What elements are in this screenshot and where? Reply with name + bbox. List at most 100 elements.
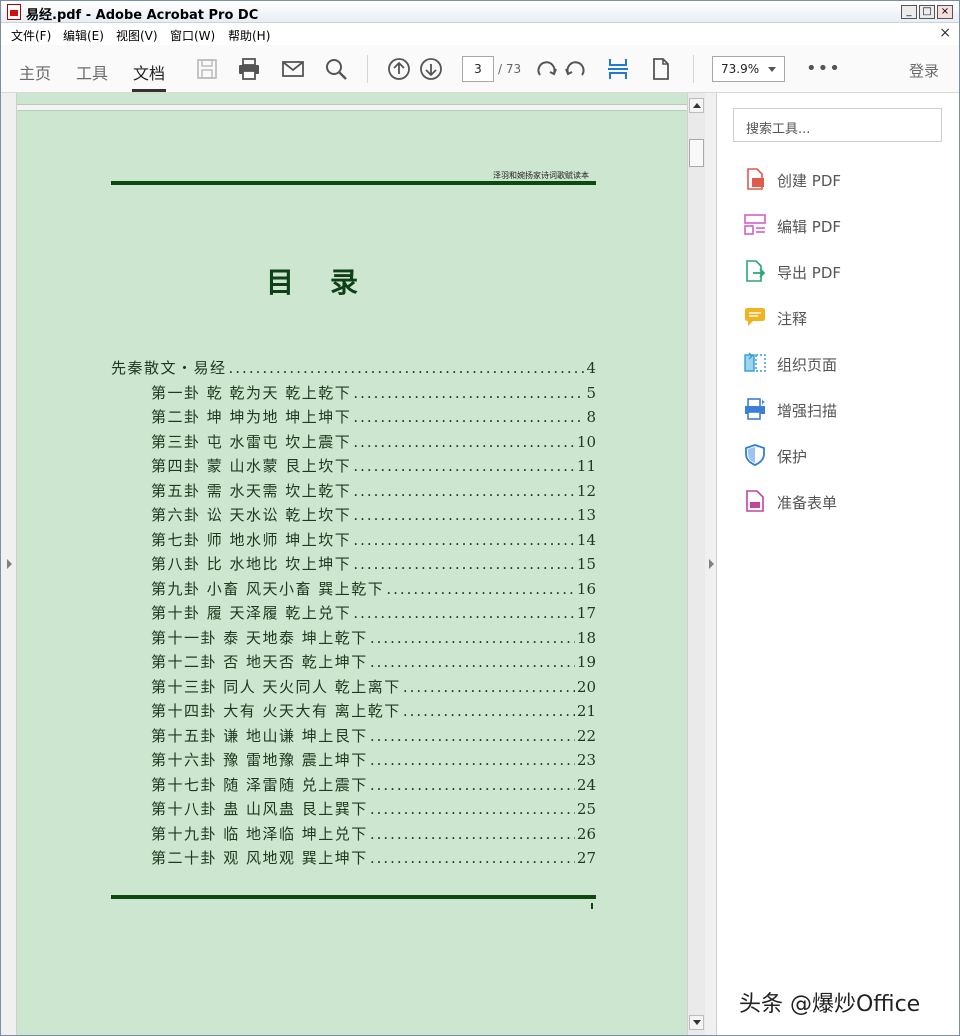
toc-entry[interactable]: 第十七卦 随 泽雷随 兑上震下 24: [111, 774, 596, 799]
tab-home[interactable]: 主页: [19, 60, 51, 84]
pdf-file-icon: [7, 4, 21, 20]
toc-entry[interactable]: 第十九卦 临 地泽临 坤上兑下 26: [111, 823, 596, 848]
tool-organize-pages[interactable]: 组织页面: [743, 351, 943, 377]
toc-entry[interactable]: 第十八卦 蛊 山风蛊 艮上巽下 25: [111, 798, 596, 823]
vertical-scrollbar[interactable]: [687, 93, 705, 1035]
menu-window[interactable]: 窗口(W): [170, 27, 215, 44]
toc-entry[interactable]: 第六卦 讼 天水讼 乾上坎下 13: [111, 504, 596, 529]
toc-entry[interactable]: 第二卦 坤 坤为地 坤上坤下 8: [111, 406, 596, 431]
fit-width-icon[interactable]: [606, 57, 630, 81]
menu-help[interactable]: 帮助(H): [228, 27, 270, 44]
toc-entry[interactable]: 第七卦 师 地水师 坤上坎下 14: [111, 529, 596, 554]
toc-entry[interactable]: 第十六卦 豫 雷地豫 震上坤下 23: [111, 749, 596, 774]
next-page-icon[interactable]: [419, 57, 443, 81]
rotate-cw-icon[interactable]: [535, 57, 559, 81]
more-tools-button[interactable]: •••: [806, 58, 841, 79]
toc-entry[interactable]: 第八卦 比 水地比 坎上坤下 15: [111, 553, 596, 578]
menu-view[interactable]: 视图(V): [116, 27, 158, 44]
toc-entry[interactable]: 第九卦 小畜 风天小畜 巽上乾下 16: [111, 578, 596, 603]
toc-entry-label: 第九卦 小畜 风天小畜 巽上乾下: [151, 579, 385, 598]
menu-file[interactable]: 文件(F): [11, 27, 51, 44]
menu-bar: 文件(F) 编辑(E) 视图(V) 窗口(W) 帮助(H) ×: [1, 23, 959, 45]
toc-entry[interactable]: 先秦散文・易经 4: [111, 357, 596, 382]
tool-edit-pdf[interactable]: 编辑 PDF: [743, 213, 943, 239]
toc-entry-label: 第一卦 乾 乾为天 乾上乾下: [151, 383, 352, 402]
toc-entry[interactable]: 第一卦 乾 乾为天 乾上乾下 5: [111, 382, 596, 407]
toc-entry[interactable]: 第十五卦 谦 地山谦 坤上艮下 22: [111, 725, 596, 750]
tool-export-pdf[interactable]: 导出 PDF: [743, 259, 943, 285]
toc-entry-page: 24: [576, 775, 596, 794]
toc-entry-page: 10: [576, 432, 596, 451]
collapse-right-panel-icon[interactable]: [709, 559, 714, 569]
toc-entry-label: 第十二卦 否 地天否 乾上坤下: [151, 653, 368, 671]
toc-leader-dots: [353, 408, 584, 426]
toc-leader-dots: [370, 727, 575, 745]
login-button[interactable]: 登录: [909, 60, 939, 81]
toc-entry[interactable]: 第十四卦 大有 火天大有 离上乾下 21: [111, 700, 596, 725]
toc-entry-page: 11: [576, 457, 596, 475]
toc-leader-dots: [403, 678, 575, 696]
toolbar-separator: [693, 55, 694, 83]
toc-entry[interactable]: 第十卦 履 天泽履 乾上兑下 17: [111, 602, 596, 627]
tool-protect[interactable]: 保护: [743, 443, 943, 469]
expand-left-panel-icon[interactable]: [7, 559, 12, 569]
toc-leader-dots: [229, 359, 585, 377]
edit-pdf-icon: [744, 214, 766, 235]
tool-create-pdf[interactable]: 创建 PDF: [743, 167, 943, 193]
toc-entry[interactable]: 第五卦 需 水天需 坎上乾下 12: [111, 480, 596, 505]
scroll-down-button[interactable]: [689, 1015, 704, 1030]
tool-comment[interactable]: 注释: [743, 305, 943, 331]
toc-entry-label: 第十卦 履 天泽履 乾上兑下: [151, 604, 352, 622]
organize-pages-icon: [744, 352, 766, 372]
active-tab-indicator: [132, 89, 166, 92]
page-header: 泽羽和婉扬家诗词歌赋读本: [493, 171, 589, 180]
tab-tools[interactable]: 工具: [76, 60, 108, 84]
tool-enhance-scan[interactable]: 增强扫描: [743, 397, 943, 423]
minimize-button[interactable]: _: [901, 5, 917, 19]
toc-entry-label: 第十四卦 大有 火天大有 离上乾下: [151, 702, 401, 720]
toc-entry-page: 5: [586, 383, 596, 402]
rotate-ccw-icon[interactable]: [563, 57, 587, 81]
search-tools-input[interactable]: 搜索工具...: [733, 108, 942, 142]
previous-page-edge: [17, 93, 687, 105]
prepare-form-icon: [746, 490, 764, 512]
toc-entry-label: 第十五卦 谦 地山谦 坤上艮下: [151, 726, 368, 745]
toc-entry-page: 21: [576, 702, 596, 720]
toc-entry-label: 第八卦 比 水地比 坎上坤下: [151, 555, 352, 573]
print-icon[interactable]: [237, 57, 261, 81]
save-icon[interactable]: [195, 57, 219, 81]
document-close-button[interactable]: ×: [939, 25, 951, 41]
toc-entry[interactable]: 第十三卦 同人 天火同人 乾上离下 20: [111, 676, 596, 701]
toc-entry[interactable]: 第四卦 蒙 山水蒙 艮上坎下 11: [111, 455, 596, 480]
prev-page-icon[interactable]: [387, 57, 411, 81]
mail-icon[interactable]: [281, 57, 305, 81]
toc-entry-page: 8: [586, 408, 596, 426]
toc-entry-page: 27: [576, 849, 596, 867]
toc-entry-label: 第二十卦 观 风地观 巽上坤下: [151, 849, 368, 867]
page-number-input[interactable]: 3: [462, 56, 494, 82]
acrobat-window: 易经.pdf - Adobe Acrobat Pro DC _ □ × 文件(F…: [0, 0, 960, 1036]
menu-edit[interactable]: 编辑(E): [63, 27, 104, 44]
document-view[interactable]: 泽羽和婉扬家诗词歌赋读本 目录 先秦散文・易经4第一卦 乾 乾为天 乾上乾下5第…: [17, 93, 687, 1035]
tool-label: 增强扫描: [777, 402, 838, 420]
scroll-up-button[interactable]: [689, 98, 704, 113]
right-panel-divider[interactable]: [705, 93, 717, 1035]
tab-document[interactable]: 文档: [133, 60, 165, 84]
scroll-thumb[interactable]: [689, 139, 704, 167]
close-button[interactable]: ×: [937, 5, 953, 19]
left-panel-strip[interactable]: [1, 93, 17, 1035]
toc-entry[interactable]: 第十二卦 否 地天否 乾上坤下 19: [111, 651, 596, 676]
tool-prepare-form[interactable]: 准备表单: [743, 489, 943, 515]
zoom-select[interactable]: 73.9%: [712, 56, 785, 82]
toc-leader-dots: [353, 506, 575, 524]
toc-leader-dots: [353, 384, 584, 402]
toc-leader-dots: [353, 531, 575, 549]
toc-entry[interactable]: 第二十卦 观 风地观 巽上坤下 27: [111, 847, 596, 872]
toc-entry[interactable]: 第十一卦 泰 天地泰 坤上乾下 18: [111, 627, 596, 652]
tool-label: 导出 PDF: [777, 264, 841, 282]
maximize-button[interactable]: □: [919, 5, 935, 19]
toc-entry[interactable]: 第三卦 屯 水雷屯 坎上震下 10: [111, 431, 596, 456]
page-icon[interactable]: [649, 57, 673, 81]
toc-leader-dots: [370, 751, 575, 769]
search-icon[interactable]: [324, 57, 348, 81]
